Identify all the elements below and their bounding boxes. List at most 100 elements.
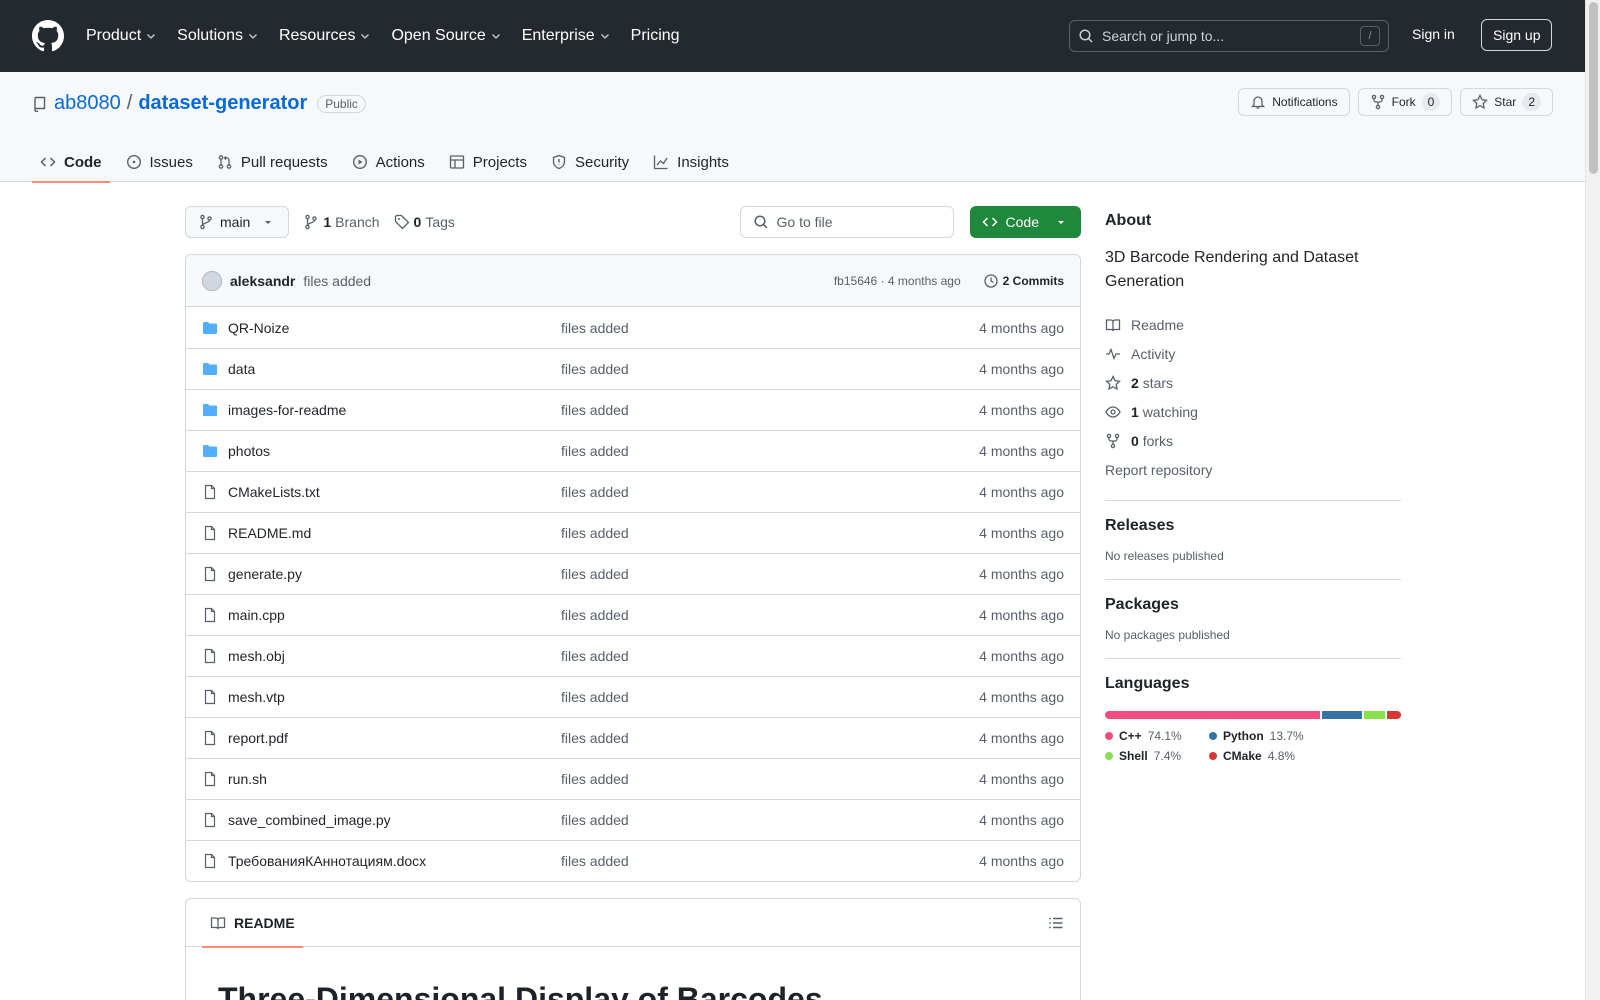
file-name-link[interactable]: data [228, 361, 561, 377]
file-row[interactable]: README.md files added 4 months ago [186, 512, 1080, 553]
list-outline-icon[interactable] [1048, 915, 1064, 931]
file-row[interactable]: run.sh files added 4 months ago [186, 758, 1080, 799]
nav-resources[interactable]: Resources [279, 27, 371, 45]
repo-name-link[interactable]: dataset-generator [138, 92, 307, 115]
file-commit-message[interactable]: files added [561, 484, 979, 500]
commit-hash[interactable]: fb15646 [834, 274, 877, 288]
github-logo-icon[interactable] [32, 20, 64, 52]
tab-insights[interactable]: Insights [645, 142, 737, 182]
language-name: C++ [1119, 729, 1142, 743]
file-row[interactable]: report.pdf files added 4 months ago [186, 717, 1080, 758]
file-commit-message[interactable]: files added [561, 320, 979, 336]
fork-button[interactable]: Fork 0 [1357, 88, 1453, 116]
file-toolbar: main 1 Branch 0 Tags Go to file Code [185, 206, 1081, 238]
language-bar-segment [1387, 711, 1401, 719]
file-commit-message[interactable]: files added [561, 853, 979, 869]
file-commit-message[interactable]: files added [561, 443, 979, 459]
language-color-dot [1209, 732, 1217, 740]
file-row[interactable]: mesh.vtp files added 4 months ago [186, 676, 1080, 717]
file-name-link[interactable]: ТребованияКАннотациям.docx [228, 853, 561, 869]
file-commit-message[interactable]: files added [561, 771, 979, 787]
file-commit-message[interactable]: files added [561, 689, 979, 705]
code-dropdown-button[interactable]: Code [969, 206, 1081, 238]
activity-link-label: Activity [1131, 345, 1176, 362]
sign-in-link[interactable]: Sign in [1412, 26, 1455, 42]
language-list: C++ 74.1% Python 13.7% Shell 7.4% CMake 4.8% [1105, 729, 1401, 763]
file-row[interactable]: CMakeLists.txt files added 4 months ago [186, 471, 1080, 512]
file-name-link[interactable]: mesh.vtp [228, 689, 561, 705]
sign-up-button[interactable]: Sign up [1481, 19, 1553, 51]
readme-link[interactable]: Readme [1105, 310, 1401, 339]
file-name-link[interactable]: mesh.obj [228, 648, 561, 664]
file-commit-message[interactable]: files added [561, 361, 979, 377]
file-commit-message[interactable]: files added [561, 566, 979, 582]
repo-owner-link[interactable]: ab8080 [54, 92, 121, 115]
page-scrollbar[interactable] [1585, 0, 1600, 1000]
commit-author[interactable]: aleksandr [230, 273, 295, 289]
tab-code[interactable]: Code [32, 142, 110, 183]
language-item[interactable]: Shell 7.4% [1105, 749, 1209, 763]
tab-issues[interactable]: Issues [118, 142, 201, 182]
language-item[interactable]: CMake 4.8% [1209, 749, 1313, 763]
file-row[interactable]: QR-Noize files added 4 months ago [186, 307, 1080, 348]
language-item[interactable]: C++ 74.1% [1105, 729, 1209, 743]
file-icon [202, 648, 218, 664]
activity-link[interactable]: Activity [1105, 339, 1401, 368]
file-name-link[interactable]: README.md [228, 525, 561, 541]
report-repository-link[interactable]: Report repository [1105, 455, 1401, 484]
watching-count: 1 [1131, 403, 1139, 420]
nav-pricing[interactable]: Pricing [631, 27, 680, 45]
file-name-link[interactable]: run.sh [228, 771, 561, 787]
file-name-link[interactable]: report.pdf [228, 730, 561, 746]
tab-pull-requests[interactable]: Pull requests [209, 142, 336, 182]
nav-enterprise[interactable]: Enterprise [522, 27, 611, 45]
file-commit-message[interactable]: files added [561, 812, 979, 828]
file-commit-message[interactable]: files added [561, 402, 979, 418]
language-item[interactable]: Python 13.7% [1209, 729, 1313, 743]
file-commit-message[interactable]: files added [561, 607, 979, 623]
branch-select-button[interactable]: main [185, 206, 290, 238]
forks-link[interactable]: 0 forks [1105, 426, 1401, 455]
commit-age: 4 months ago [887, 273, 961, 288]
tab-security[interactable]: Security [543, 142, 637, 182]
go-to-file-input[interactable]: Go to file [739, 206, 954, 238]
tab-projects[interactable]: Projects [441, 142, 535, 182]
watching-link[interactable]: 1 watching [1105, 397, 1401, 426]
tags-link[interactable]: 0 Tags [394, 214, 455, 230]
file-row[interactable]: ТребованияКАннотациям.docx files added 4 m… [186, 840, 1080, 881]
file-name-link[interactable]: QR-Noize [228, 320, 561, 336]
file-row[interactable]: mesh.obj files added 4 months ago [186, 635, 1080, 676]
file-name-link[interactable]: images-for-readme [228, 402, 561, 418]
commit-message[interactable]: files added [303, 273, 371, 289]
nav-label: Product [86, 27, 142, 44]
nav-open-source[interactable]: Open Source [391, 27, 501, 45]
file-row[interactable]: main.cpp files added 4 months ago [186, 594, 1080, 635]
avatar[interactable] [202, 270, 222, 291]
file-name-link[interactable]: CMakeLists.txt [228, 484, 561, 500]
nav-solutions[interactable]: Solutions [177, 27, 259, 45]
file-commit-message[interactable]: files added [561, 730, 979, 746]
global-search-input[interactable]: Search or jump to... / [1069, 20, 1389, 52]
file-name-link[interactable]: photos [228, 443, 561, 459]
file-row[interactable]: photos files added 4 months ago [186, 430, 1080, 471]
file-name-link[interactable]: generate.py [228, 566, 561, 582]
releases-heading[interactable]: Releases [1105, 517, 1401, 535]
file-commit-message[interactable]: files added [561, 648, 979, 664]
notifications-button[interactable]: Notifications [1238, 88, 1350, 116]
nav-product[interactable]: Product [86, 27, 157, 45]
stars-link[interactable]: 2 stars [1105, 368, 1401, 397]
commits-link[interactable]: 2 Commits [983, 273, 1064, 289]
file-row[interactable]: generate.py files added 4 months ago [186, 553, 1080, 594]
file-row[interactable]: save_combined_image.py files added 4 month… [186, 799, 1080, 840]
file-commit-message[interactable]: files added [561, 525, 979, 541]
file-name-link[interactable]: save_combined_image.py [228, 812, 561, 828]
tab-actions[interactable]: Actions [344, 142, 433, 182]
packages-heading[interactable]: Packages [1105, 596, 1401, 614]
file-row[interactable]: data files added 4 months ago [186, 348, 1080, 389]
branches-link[interactable]: 1 Branch [303, 214, 380, 230]
file-name-link[interactable]: main.cpp [228, 607, 561, 623]
scrollbar-thumb[interactable] [1589, 2, 1598, 174]
readme-tab[interactable]: README [202, 899, 303, 948]
file-row[interactable]: images-for-readme files added 4 months ago [186, 389, 1080, 430]
star-button[interactable]: Star 2 [1460, 88, 1553, 116]
